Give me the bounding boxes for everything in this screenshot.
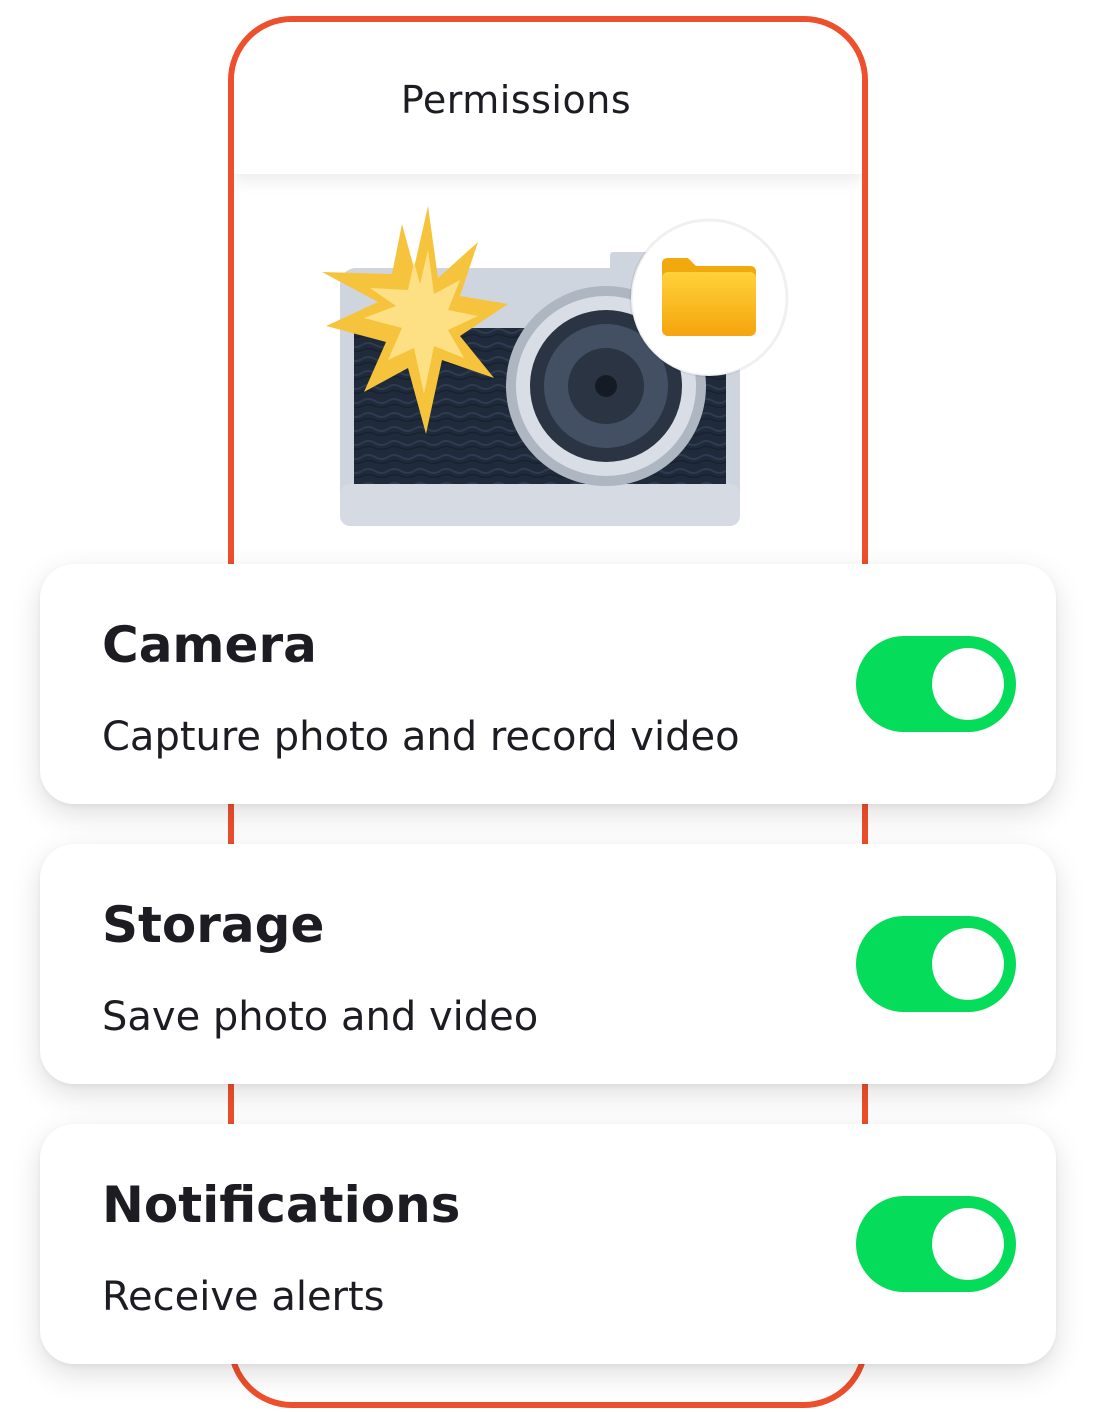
permission-description: Capture photo and record video <box>102 714 740 760</box>
camera-toggle[interactable] <box>856 636 1016 732</box>
permission-title: Storage <box>102 896 325 954</box>
permission-card-camera: Camera Capture photo and record video <box>40 564 1056 804</box>
toggle-knob <box>932 928 1004 1000</box>
camera-illustration <box>322 206 789 526</box>
permission-title: Camera <box>102 616 317 674</box>
permission-card-notifications: Notifications Receive alerts <box>40 1124 1056 1364</box>
permission-title: Notifications <box>102 1176 461 1234</box>
permission-card-storage: Storage Save photo and video <box>40 844 1056 1084</box>
toggle-knob <box>932 648 1004 720</box>
toggle-knob <box>932 1208 1004 1280</box>
app-header: Permissions <box>234 22 862 174</box>
permissions-screen: Permissions Camera Capture photo and rec… <box>0 0 1096 1412</box>
folder-icon <box>629 218 789 378</box>
notifications-toggle[interactable] <box>856 1196 1016 1292</box>
permission-description: Receive alerts <box>102 1274 385 1320</box>
permission-description: Save photo and video <box>102 994 539 1040</box>
storage-toggle[interactable] <box>856 916 1016 1012</box>
page-title: Permissions <box>400 78 632 122</box>
